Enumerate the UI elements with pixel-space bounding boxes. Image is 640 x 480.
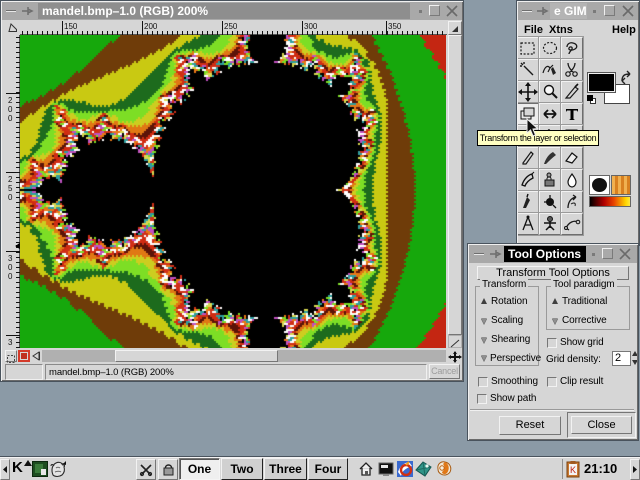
- svg-text:200: 200: [144, 22, 158, 31]
- svg-text:350: 350: [388, 22, 402, 31]
- svg-text:250: 250: [224, 22, 238, 31]
- svg-text:300: 300: [304, 22, 318, 31]
- svg-text:0: 0: [8, 272, 13, 281]
- svg-text:0: 0: [8, 105, 13, 114]
- svg-text:0: 0: [8, 193, 13, 202]
- svg-text:5: 5: [8, 184, 13, 193]
- svg-text:2: 2: [8, 175, 13, 184]
- svg-text:2: 2: [8, 96, 13, 105]
- svg-text:3: 3: [8, 338, 13, 347]
- svg-text:150: 150: [64, 22, 78, 31]
- svg-text:0: 0: [8, 114, 13, 123]
- svg-text:3: 3: [8, 254, 13, 263]
- svg-text:5: 5: [8, 347, 13, 348]
- svg-text:0: 0: [8, 263, 13, 272]
- svg-text:K: K: [570, 465, 576, 475]
